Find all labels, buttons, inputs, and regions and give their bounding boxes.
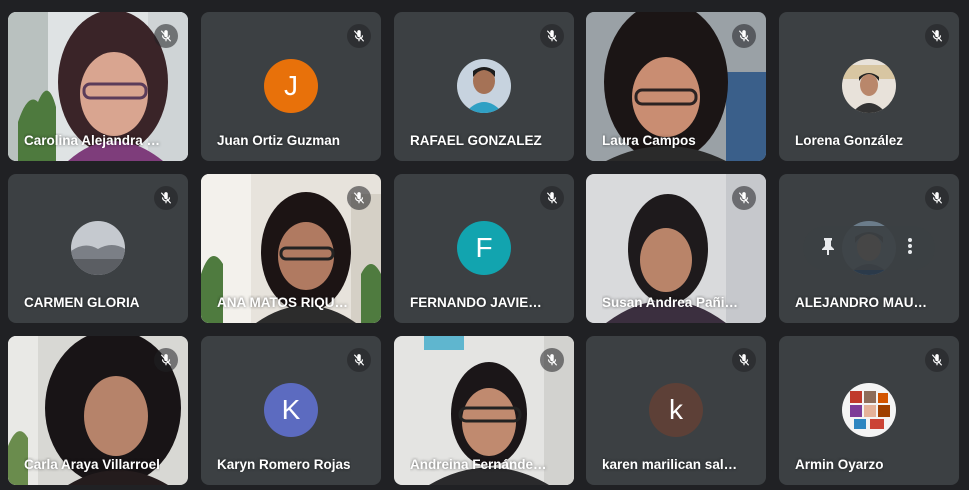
participant-name: Andreina Fernández ... [410, 457, 550, 472]
more-vert-icon[interactable] [899, 237, 921, 259]
participant-name: karen marilican saldi... [602, 457, 742, 472]
participant-name: RAFAEL GONZALEZ [410, 133, 542, 148]
mic-off-icon [347, 24, 371, 48]
participant-tile[interactable]: ALEJANDRO MAURI... [779, 174, 959, 323]
participant-tile[interactable]: F FERNANDO JAVIER ... [394, 174, 574, 323]
avatar [842, 59, 896, 113]
mic-off-icon [925, 24, 949, 48]
mic-off-icon [540, 348, 564, 372]
participant-tile[interactable]: ANA MATOS RIQUEL... [201, 174, 381, 323]
mic-off-icon [347, 186, 371, 210]
participant-name: Armin Oyarzo [795, 457, 884, 472]
mic-off-icon [154, 186, 178, 210]
avatar: K [264, 383, 318, 437]
participant-tile[interactable]: RAFAEL GONZALEZ [394, 12, 574, 161]
mic-off-icon [732, 186, 756, 210]
participant-name: ALEJANDRO MAURI... [795, 295, 935, 310]
participant-tile[interactable]: Armin Oyarzo [779, 336, 959, 485]
participant-hover-controls [803, 226, 935, 270]
avatar [842, 383, 896, 437]
participant-name: CARMEN GLORIA [24, 295, 140, 310]
mic-off-icon [540, 24, 564, 48]
mic-off-icon [540, 186, 564, 210]
participant-name: Carla Araya Villarroel [24, 457, 160, 472]
participant-name: Juan Ortiz Guzman [217, 133, 341, 148]
pin-icon[interactable] [817, 237, 839, 260]
mic-off-icon [154, 348, 178, 372]
participant-tile[interactable]: Lorena González [779, 12, 959, 161]
mic-off-icon [925, 348, 949, 372]
avatar: k [649, 383, 703, 437]
participant-tile[interactable]: Carla Araya Villarroel [8, 336, 188, 485]
participant-tile[interactable]: Laura Campos [586, 12, 766, 161]
participant-grid: Carolina Alejandra C... J Juan Ortiz Guz… [8, 12, 959, 490]
participant-tile[interactable]: k karen marilican saldi... [586, 336, 766, 485]
mic-off-icon [154, 24, 178, 48]
participant-name: Susan Andrea Pañin... [602, 295, 742, 310]
participant-tile[interactable]: K Karyn Romero Rojas [201, 336, 381, 485]
participant-name: Karyn Romero Rojas [217, 457, 351, 472]
participant-tile[interactable]: Carolina Alejandra C... [8, 12, 188, 161]
mic-off-icon [732, 24, 756, 48]
participant-name: Laura Campos [602, 133, 696, 148]
mic-off-icon [925, 186, 949, 210]
avatar: F [457, 221, 511, 275]
mic-off-icon [347, 348, 371, 372]
participant-name: ANA MATOS RIQUEL... [217, 295, 357, 310]
participant-name: Carolina Alejandra C... [24, 133, 164, 148]
mic-off-icon [732, 348, 756, 372]
avatar [457, 59, 511, 113]
participant-name: Lorena González [795, 133, 904, 148]
participant-name: FERNANDO JAVIER ... [410, 295, 550, 310]
participant-tile[interactable]: CARMEN GLORIA [8, 174, 188, 323]
avatar [71, 221, 125, 275]
participant-tile[interactable]: J Juan Ortiz Guzman [201, 12, 381, 161]
participant-tile[interactable]: Susan Andrea Pañin... [586, 174, 766, 323]
avatar: J [264, 59, 318, 113]
participant-tile[interactable]: Andreina Fernández ... [394, 336, 574, 485]
